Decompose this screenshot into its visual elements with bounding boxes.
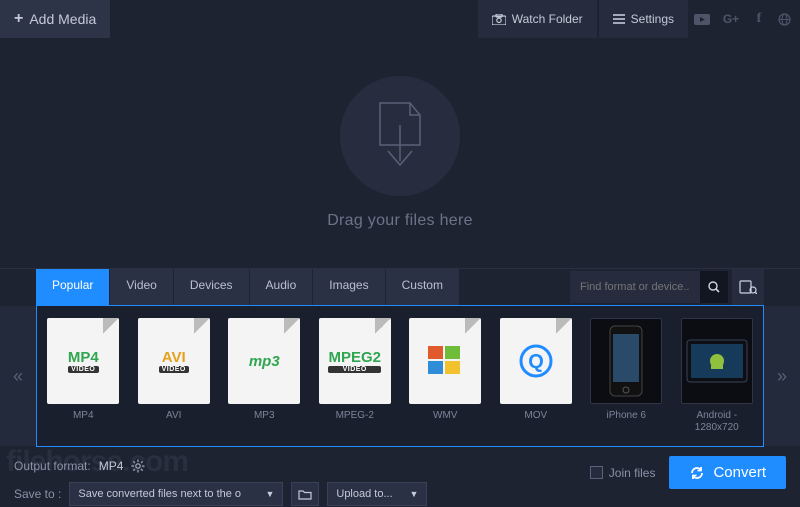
device-detect-icon	[739, 280, 757, 294]
browse-folder-button[interactable]	[291, 482, 319, 506]
watch-folder-label: Watch Folder	[512, 12, 583, 26]
search-container	[570, 271, 728, 303]
facebook-icon[interactable]: f	[750, 11, 768, 27]
chevron-down-icon: ▼	[409, 489, 418, 499]
folder-icon	[298, 489, 312, 500]
device-detect-button[interactable]	[732, 269, 764, 305]
youtube-icon[interactable]	[694, 14, 712, 25]
tab-video[interactable]: Video	[110, 269, 173, 305]
output-format-label: Output format:	[14, 459, 91, 473]
presets-next-button[interactable]: »	[764, 306, 800, 446]
file-arrow-icon	[372, 101, 428, 171]
search-input[interactable]	[570, 281, 700, 293]
gear-icon	[131, 459, 145, 473]
settings-button[interactable]: Settings	[599, 0, 688, 38]
upload-to-select[interactable]: Upload to... ▼	[327, 482, 427, 506]
preset-mpeg-2[interactable]: MPEG2VIDEOMPEG-2	[313, 314, 398, 438]
search-button[interactable]	[700, 271, 728, 303]
save-path-select[interactable]: Save converted files next to the o ▼	[69, 482, 283, 506]
camera-icon	[492, 14, 506, 25]
google-plus-icon[interactable]: G+	[722, 12, 740, 26]
output-settings-button[interactable]	[131, 459, 145, 473]
drop-zone[interactable]: Drag your files here	[0, 38, 800, 268]
settings-label: Settings	[631, 12, 674, 26]
preset-label: MOV	[524, 410, 547, 422]
tab-images[interactable]: Images	[313, 269, 385, 305]
tab-custom[interactable]: Custom	[386, 269, 460, 305]
preset-android-1280x720[interactable]: Android - 1280x720	[675, 314, 760, 438]
checkbox-icon	[590, 466, 603, 479]
add-media-button[interactable]: + Add Media	[0, 0, 110, 38]
preset-label: WMV	[433, 410, 457, 422]
presets-prev-button[interactable]: «	[0, 306, 36, 446]
save-to-label: Save to :	[14, 487, 61, 501]
output-format-value: MP4	[99, 459, 124, 473]
drop-text: Drag your files here	[327, 212, 473, 230]
plus-icon: +	[14, 10, 23, 28]
preset-mp3[interactable]: mp3MP3	[222, 314, 307, 438]
save-path-value: Save converted files next to the o	[78, 488, 241, 500]
svg-text:Q: Q	[528, 351, 544, 373]
search-icon	[708, 281, 720, 293]
preset-wmv[interactable]: WMV	[403, 314, 488, 438]
join-files-checkbox[interactable]: Join files	[590, 466, 656, 480]
preset-mp4[interactable]: MP4VIDEOMP4	[41, 314, 126, 438]
preset-label: iPhone 6	[607, 410, 646, 422]
preset-label: MPEG-2	[336, 410, 374, 422]
preset-avi[interactable]: AVIVIDEOAVI	[132, 314, 217, 438]
watch-folder-button[interactable]: Watch Folder	[478, 0, 597, 38]
drop-circle	[340, 76, 460, 196]
tab-devices[interactable]: Devices	[174, 269, 250, 305]
preset-label: AVI	[166, 410, 181, 422]
preset-iphone-6[interactable]: iPhone 6	[584, 314, 669, 438]
convert-button[interactable]: Convert	[669, 456, 786, 489]
tab-audio[interactable]: Audio	[250, 269, 314, 305]
chevron-down-icon: ▼	[265, 489, 274, 499]
globe-icon[interactable]	[778, 13, 796, 26]
menu-icon	[613, 14, 625, 24]
preset-label: MP4	[73, 410, 94, 422]
convert-label: Convert	[713, 464, 766, 481]
join-files-label: Join files	[609, 466, 656, 480]
preset-mov[interactable]: Q MOV	[494, 314, 579, 438]
upload-label: Upload to...	[336, 488, 392, 500]
preset-label: Android - 1280x720	[675, 410, 760, 434]
tab-popular[interactable]: Popular	[36, 269, 110, 305]
add-media-label: Add Media	[29, 11, 96, 27]
convert-icon	[689, 465, 705, 481]
preset-label: MP3	[254, 410, 275, 422]
